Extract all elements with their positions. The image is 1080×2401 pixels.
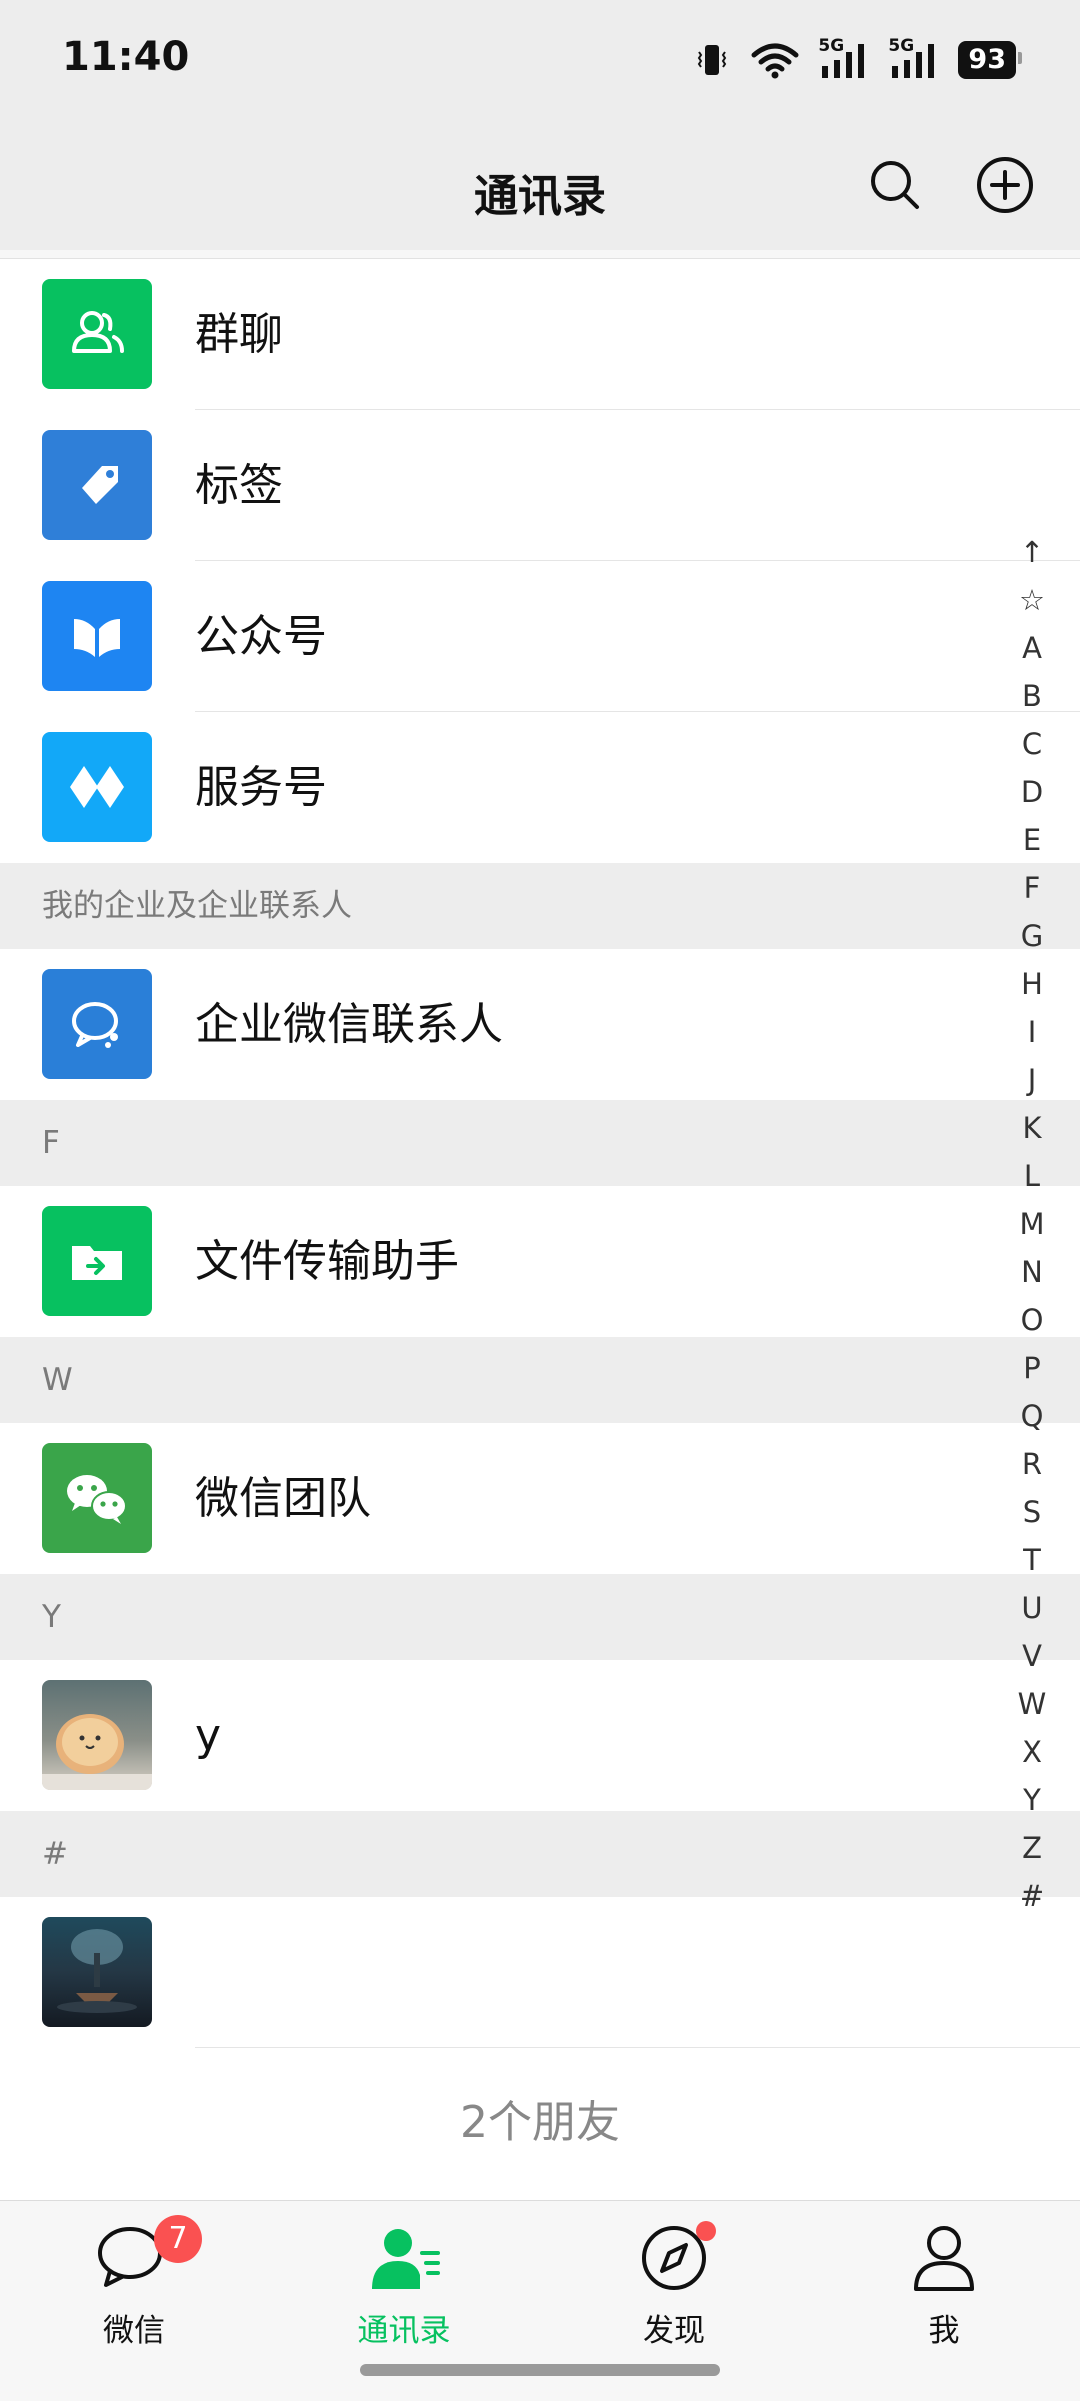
friend-count: 2个朋友	[0, 2048, 1080, 2198]
section-header-enterprise: 我的企业及企业联系人	[0, 863, 1080, 949]
group-chat-icon	[42, 279, 152, 389]
nav-bar: 通讯录	[0, 120, 1080, 250]
contact-label: 标签	[195, 460, 283, 511]
contact-label: 群聊	[195, 309, 283, 360]
tab-contacts[interactable]: 通讯录	[304, 2215, 504, 2349]
contact-row-official-accounts[interactable]: 公众号	[0, 561, 1080, 712]
index-letter[interactable]: X	[1022, 1728, 1042, 1776]
contacts-list: 群聊 标签 公众号 服务号 我的企业及企业联系人 企业微信联系人 F 文件传输助…	[0, 250, 1080, 2200]
index-letter[interactable]: I	[1028, 1008, 1037, 1056]
contact-row-group-chat[interactable]: 群聊	[0, 259, 1080, 410]
contact-label: 服务号	[195, 762, 327, 813]
search-icon	[871, 161, 919, 209]
index-letter[interactable]: E	[1023, 816, 1041, 864]
new-dot-badge	[696, 2221, 716, 2241]
contact-row-wecom[interactable]: 企业微信联系人	[0, 949, 1080, 1100]
index-letter[interactable]: N	[1021, 1248, 1043, 1296]
section-header-hash: #	[0, 1811, 1080, 1897]
wechat-team-icon	[42, 1443, 152, 1553]
contact-row-wechat-team[interactable]: 微信团队	[0, 1423, 1080, 1574]
contact-row-tags[interactable]: 标签	[0, 410, 1080, 561]
tab-label: 发现	[643, 2313, 705, 2349]
contact-label: 文件传输助手	[195, 1236, 459, 1287]
contact-row-file-transfer[interactable]: 文件传输助手	[0, 1186, 1080, 1337]
index-letter[interactable]: H	[1021, 960, 1043, 1008]
status-bar: 11:40 5G 5G 93	[0, 0, 1080, 120]
index-letter[interactable]: P	[1023, 1344, 1041, 1392]
index-letter[interactable]: Q	[1021, 1392, 1044, 1440]
index-letter[interactable]: R	[1022, 1440, 1042, 1488]
index-letter[interactable]: V	[1022, 1632, 1042, 1680]
index-letter[interactable]: U	[1021, 1584, 1042, 1632]
add-button[interactable]	[970, 150, 1040, 220]
index-letter[interactable]: G	[1021, 912, 1043, 960]
contact-label: 企业微信联系人	[195, 999, 503, 1050]
unread-badge: 7	[154, 2215, 202, 2263]
contact-label: 微信团队	[195, 1473, 371, 1524]
battery-indicator: 93	[958, 41, 1022, 79]
section-header-f: F	[0, 1100, 1080, 1186]
index-letter[interactable]: O	[1021, 1296, 1044, 1344]
person-icon	[914, 2226, 974, 2291]
index-letter[interactable]: B	[1022, 672, 1042, 720]
contact-label: 公众号	[195, 611, 327, 662]
tab-label: 我	[928, 2313, 960, 2349]
index-letter[interactable]: C	[1022, 720, 1042, 768]
index-letter[interactable]: S	[1023, 1488, 1041, 1536]
index-letter[interactable]: T	[1023, 1536, 1041, 1584]
contact-row-service-accounts[interactable]: 服务号	[0, 712, 1080, 863]
index-letter[interactable]: A	[1022, 624, 1042, 672]
index-letter[interactable]: K	[1022, 1104, 1041, 1152]
tab-discover[interactable]: 发现	[574, 2215, 774, 2349]
index-letter[interactable]: ↑	[1020, 528, 1044, 576]
service-account-icon	[42, 732, 152, 842]
contact-row-y[interactable]: y	[0, 1660, 1080, 1811]
tab-label: 通讯录	[357, 2313, 451, 2349]
index-letter[interactable]: M	[1019, 1200, 1044, 1248]
section-header-y: Y	[0, 1574, 1080, 1660]
tab-wechat[interactable]: 7 微信	[34, 2215, 234, 2349]
index-letter[interactable]: Y	[1023, 1776, 1041, 1824]
divider	[195, 2047, 1080, 2048]
contact-row-hash[interactable]	[0, 1897, 1080, 2048]
tag-icon	[42, 430, 152, 540]
search-button[interactable]	[860, 150, 930, 220]
official-account-icon	[42, 581, 152, 691]
signal-icon: 5G	[818, 36, 870, 80]
home-indicator[interactable]	[360, 2364, 720, 2376]
index-letter[interactable]: ☆	[1019, 576, 1045, 624]
tab-label: 微信	[103, 2313, 165, 2349]
contacts-icon	[372, 2229, 440, 2289]
section-header-w: W	[0, 1337, 1080, 1423]
plus-circle-icon	[977, 157, 1033, 213]
index-letter[interactable]: Z	[1022, 1824, 1042, 1872]
index-letter[interactable]: J	[1028, 1056, 1037, 1104]
bread-avatar	[42, 1680, 152, 1790]
index-letter[interactable]: #	[1020, 1872, 1044, 1920]
status-icons: 5G 5G 93	[692, 36, 1022, 84]
alphabet-index[interactable]: ↑ ☆ A B C D E F G H I J K L M N O P Q R S T U V W X Y Z #	[996, 528, 1068, 1920]
file-transfer-icon	[42, 1206, 152, 1316]
index-letter[interactable]: L	[1024, 1152, 1040, 1200]
index-letter[interactable]: F	[1024, 864, 1041, 912]
index-letter[interactable]: D	[1021, 768, 1043, 816]
dark-scene-avatar	[42, 1917, 152, 2027]
wecom-icon	[42, 969, 152, 1079]
signal-icon-2: 5G	[888, 36, 940, 80]
wifi-icon	[751, 43, 799, 79]
tab-me[interactable]: 我	[844, 2215, 1044, 2349]
status-time: 11:40	[62, 34, 190, 80]
contact-label: y	[195, 1710, 222, 1761]
index-letter[interactable]: W	[1018, 1680, 1047, 1728]
vibrate-icon	[698, 45, 727, 75]
list-top-gap	[0, 250, 1080, 259]
